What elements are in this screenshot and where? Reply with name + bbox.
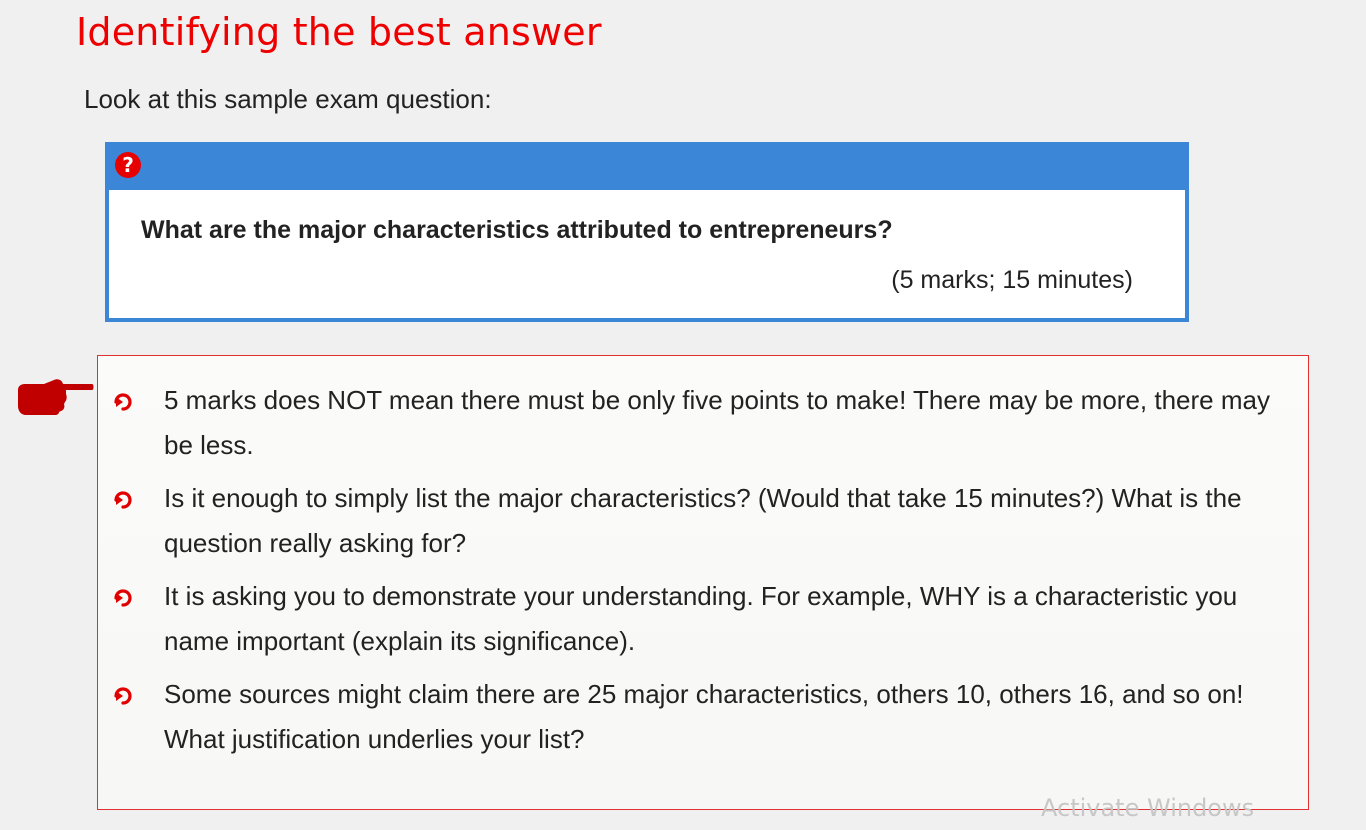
- tip-text: 5 marks does NOT mean there must be only…: [164, 385, 1270, 460]
- intro-text: Look at this sample exam question:: [84, 84, 492, 114]
- tip-item: Is it enough to simply list the major ch…: [114, 476, 1298, 566]
- tip-item: It is asking you to demonstrate your und…: [114, 574, 1298, 664]
- curved-arrow-bullet-icon: [114, 491, 132, 509]
- question-text: What are the major characteristics attri…: [141, 216, 893, 244]
- activation-watermark: Activate Windows: [1041, 794, 1255, 822]
- slide-title: Identifying the best answer: [76, 10, 602, 54]
- tips-box: 5 marks does NOT mean there must be only…: [97, 355, 1309, 810]
- tips-list: 5 marks does NOT mean there must be only…: [98, 356, 1308, 762]
- question-box: ? What are the major characteristics att…: [105, 142, 1189, 322]
- tip-text: Is it enough to simply list the major ch…: [164, 483, 1242, 558]
- question-marks: (5 marks; 15 minutes): [891, 266, 1133, 294]
- tip-item: 5 marks does NOT mean there must be only…: [114, 378, 1298, 468]
- tip-text: Some sources might claim there are 25 ma…: [164, 679, 1244, 754]
- question-mark-icon: ?: [115, 152, 141, 178]
- tip-text: It is asking you to demonstrate your und…: [164, 581, 1238, 656]
- tip-item: Some sources might claim there are 25 ma…: [114, 672, 1298, 762]
- question-header-bar: ?: [109, 146, 1185, 190]
- curved-arrow-bullet-icon: [114, 687, 132, 705]
- curved-arrow-bullet-icon: [114, 589, 132, 607]
- curved-arrow-bullet-icon: [114, 393, 132, 411]
- pointing-hand-icon: [18, 379, 94, 415]
